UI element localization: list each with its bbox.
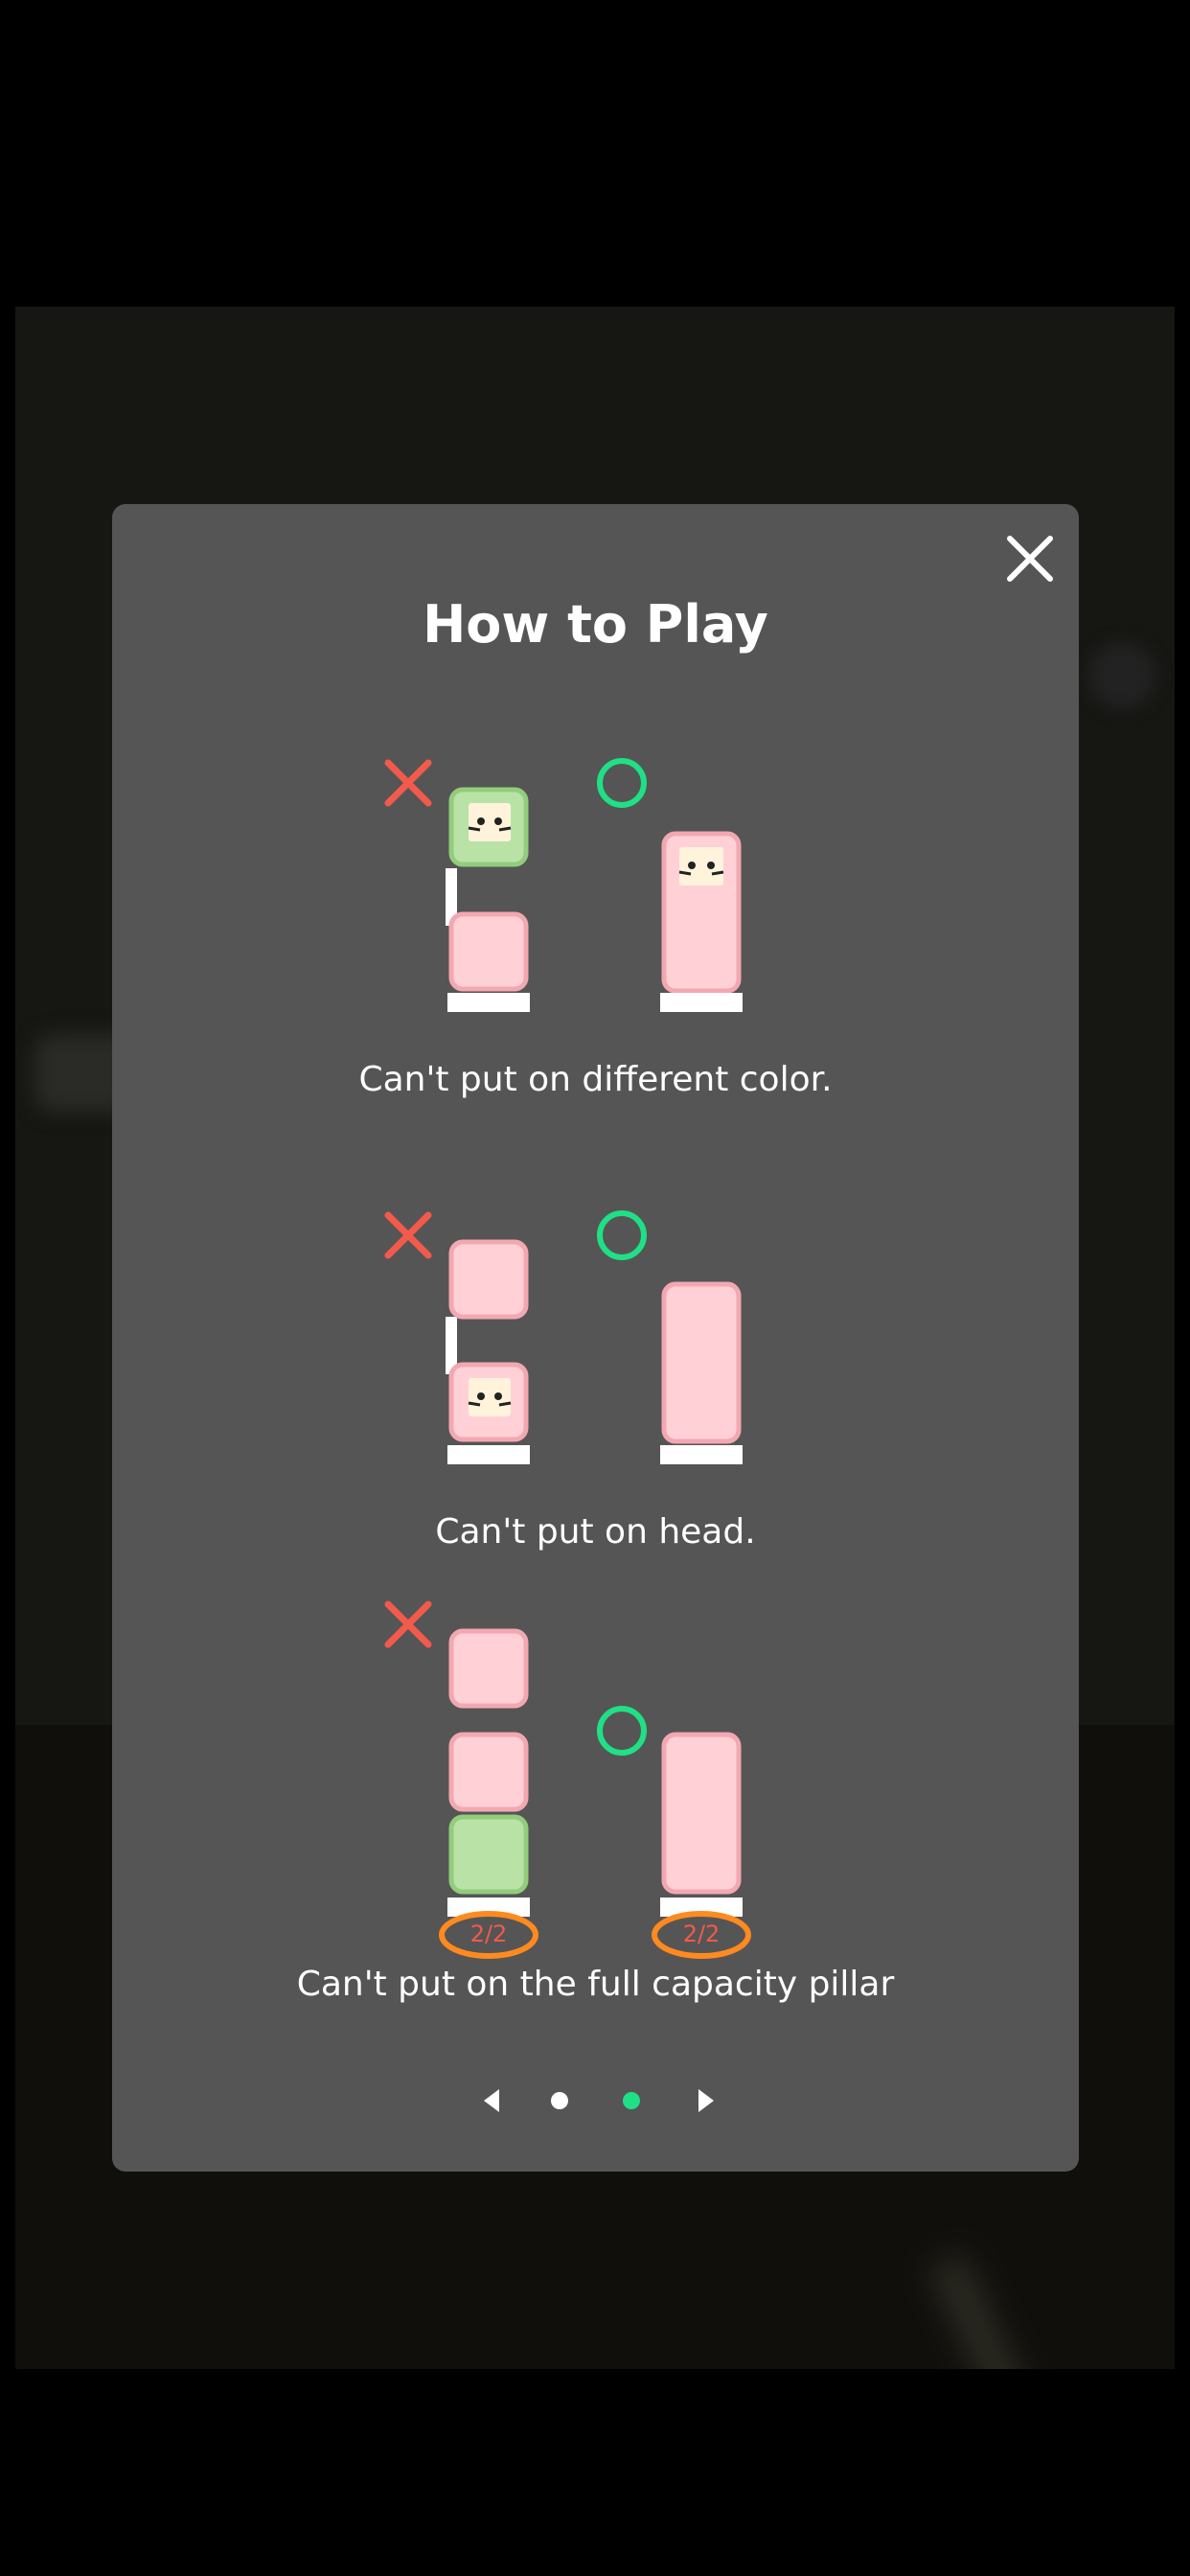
cross-icon bbox=[384, 759, 432, 807]
how-to-play-dialog: How to Play 2/2 2/2 Can't put on differe… bbox=[112, 504, 1079, 2172]
pillar-base bbox=[660, 1898, 743, 1917]
rule-3-illustration bbox=[384, 1600, 751, 1959]
rule-caption: Can't put on different color. bbox=[358, 1060, 833, 1099]
block-face bbox=[469, 803, 511, 841]
pillar-base bbox=[447, 1898, 530, 1917]
circle-icon bbox=[597, 758, 647, 808]
rule-2-illustration bbox=[384, 1210, 743, 1464]
link-bar bbox=[446, 1317, 457, 1374]
pink-tall-block bbox=[661, 1281, 742, 1444]
pillar-base bbox=[447, 993, 530, 1012]
pink-head-block bbox=[448, 1362, 529, 1442]
pink-block bbox=[448, 911, 529, 992]
circle-icon bbox=[597, 1706, 647, 1756]
block-face bbox=[469, 1378, 511, 1416]
page-dot-2-active[interactable] bbox=[623, 2092, 640, 2109]
chevron-left-icon bbox=[484, 2089, 499, 2112]
chevron-right-icon bbox=[698, 2089, 714, 2112]
dialog-title: How to Play bbox=[423, 594, 768, 655]
green-head-block bbox=[448, 787, 529, 867]
cross-icon bbox=[384, 1600, 432, 1648]
pillar-base bbox=[447, 1445, 530, 1464]
pink-tall-block bbox=[661, 1732, 742, 1895]
rule-caption: Can't put on head. bbox=[435, 1512, 756, 1552]
block-face bbox=[679, 847, 723, 886]
pink-block bbox=[448, 1239, 529, 1320]
pink-block-falling bbox=[448, 1628, 529, 1709]
capacity-label: 2/2 bbox=[682, 1920, 721, 1947]
green-block bbox=[448, 1814, 529, 1895]
prev-page-button[interactable] bbox=[472, 2082, 511, 2120]
next-page-button[interactable] bbox=[687, 2082, 725, 2120]
rule-caption: Can't put on the full capacity pillar bbox=[296, 1965, 895, 2004]
pink-block bbox=[448, 1732, 529, 1812]
pink-tall-block bbox=[661, 831, 742, 994]
close-icon bbox=[1007, 536, 1053, 582]
capacity-label: 2/2 bbox=[469, 1920, 508, 1947]
pillar-base bbox=[660, 1445, 743, 1464]
close-button[interactable] bbox=[1002, 531, 1058, 586]
page-dot-1[interactable] bbox=[551, 2092, 568, 2109]
rule-1-illustration bbox=[384, 758, 743, 1012]
cross-icon bbox=[384, 1211, 432, 1259]
pillar-base bbox=[660, 993, 743, 1012]
link-bar bbox=[446, 868, 457, 926]
circle-icon bbox=[597, 1210, 647, 1260]
rules-illustrations bbox=[384, 758, 751, 1959]
background-button bbox=[1088, 642, 1156, 709]
